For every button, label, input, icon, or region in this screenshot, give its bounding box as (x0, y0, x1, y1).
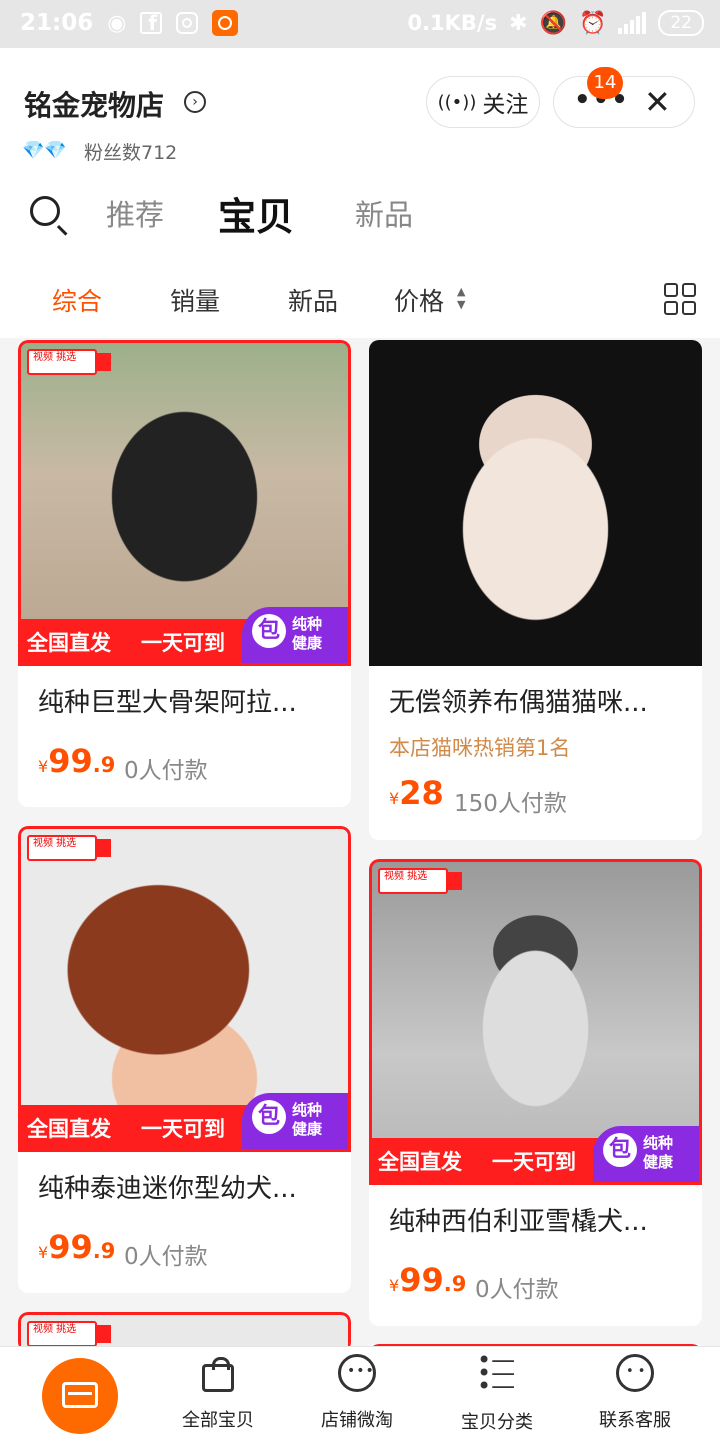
nav-shop-feed[interactable]: 店铺微淘 (297, 1354, 417, 1432)
product-title: 无偿领养布偶猫猫咪... (389, 688, 648, 718)
product-image: 视频 挑选 全国直发 一天可到 包 纯种 健康 (369, 859, 702, 1185)
purebred-badge: 包 纯种 健康 (242, 607, 348, 663)
miniapp-capsule: ••• ✕ (553, 76, 695, 128)
nav-customer-service[interactable]: 联系客服 (575, 1354, 695, 1432)
product-card[interactable]: 视频 挑选 全国直发 一天可到 包 纯种 健康 纯种西伯利亚雪橇犬... ¥99.… (369, 859, 702, 1326)
video-camera-icon (97, 353, 111, 371)
status-time: 21:06 (20, 10, 94, 36)
tab-new[interactable]: 新品 (355, 192, 413, 234)
chat-icon (616, 1354, 654, 1392)
broadcast-icon: ((•)) (437, 91, 477, 113)
network-speed: 0.1KB/s (407, 11, 498, 35)
grid-view-icon[interactable] (664, 283, 696, 315)
follow-label: 关注 (482, 92, 529, 118)
promo-banner: 全国直发 一天可到 包 纯种 健康 (21, 607, 348, 663)
status-bar: 21:06 ◉ 0.1KB/s ✱ 🔕 ⏰ 22 (0, 0, 720, 48)
chevron-right-icon[interactable]: › (184, 91, 206, 113)
paid-count: 0人付款 (124, 1244, 208, 1270)
promo-banner: 全国直发 一天可到 包 纯种 健康 (21, 1093, 348, 1149)
app-icon (212, 10, 239, 36)
sort-overall[interactable]: 综合 (52, 282, 102, 318)
mute-icon: 🔕 (539, 10, 567, 36)
notification-badge: 14 (587, 67, 623, 99)
instagram-icon (176, 12, 199, 34)
product-card[interactable]: 视频 挑选 全国直发 一天可到 包 纯种 健康 纯种巨型大骨架阿拉... ¥99.… (18, 340, 351, 807)
product-image: 视频 挑选 全国直发 一天可到 包 纯种 健康 (18, 340, 351, 666)
battery-icon: 22 (658, 10, 704, 36)
product-subtitle: 本店猫咪热销第1名 (389, 736, 571, 760)
product-image (369, 340, 702, 666)
product-price: ¥99.9 (38, 742, 116, 780)
product-title: 纯种西伯利亚雪橇犬... (389, 1207, 648, 1237)
bag-icon (202, 1357, 234, 1392)
nav-all-products[interactable]: 全部宝贝 (158, 1354, 278, 1432)
paid-count: 0人付款 (124, 758, 208, 784)
paid-count: 150人付款 (454, 791, 567, 817)
video-camera-icon (448, 872, 462, 890)
shop-level-gems: 💎💎 (22, 140, 67, 161)
alarm-icon: ⏰ (578, 10, 607, 36)
fans-count: 粉丝数712 (84, 142, 178, 164)
follow-button[interactable]: ((•)) 关注 (426, 76, 540, 128)
bluetooth-icon: ✱ (509, 10, 528, 36)
list-icon: •— •— •— (477, 1346, 516, 1400)
product-title: 纯种巨型大骨架阿拉... (38, 688, 297, 718)
shop-name[interactable]: 铭金宠物店 (24, 84, 164, 124)
product-card[interactable]: 无偿领养布偶猫猫咪... 本店猫咪热销第1名 ¥28 150人付款 (369, 340, 702, 840)
tab-products[interactable]: 宝贝 (218, 186, 294, 241)
sort-sales[interactable]: 销量 (170, 282, 220, 318)
sort-price[interactable]: 价格 (394, 282, 444, 318)
sort-new[interactable]: 新品 (288, 282, 338, 318)
search-icon[interactable] (30, 196, 60, 226)
shop-home-icon[interactable] (42, 1358, 118, 1434)
video-pick-tag: 视频 挑选 (27, 1321, 111, 1347)
video-camera-icon (97, 1325, 111, 1343)
video-pick-tag: 视频 挑选 (27, 835, 111, 861)
paid-count: 0人付款 (475, 1277, 559, 1303)
signal-icon (618, 12, 647, 34)
purebred-badge: 包 纯种 健康 (242, 1093, 348, 1149)
close-icon[interactable]: ✕ (644, 83, 671, 121)
video-camera-icon (97, 839, 111, 857)
purebred-badge: 包 纯种 健康 (593, 1126, 699, 1182)
sort-bar (0, 270, 720, 330)
product-price: ¥99.9 (38, 1228, 116, 1266)
promo-banner: 全国直发 一天可到 包 纯种 健康 (372, 1126, 699, 1182)
tab-recommend[interactable]: 推荐 (106, 192, 164, 234)
weibo-icon: ◉ (107, 10, 127, 36)
product-image: 视频 挑选 全国直发 一天可到 包 纯种 健康 (18, 826, 351, 1152)
nav-categories[interactable]: •— •— •— 宝贝分类 (437, 1346, 557, 1434)
facebook-icon (140, 11, 163, 35)
live-icon (338, 1354, 376, 1392)
sort-arrows-icon: ▲ ▼ (457, 285, 466, 311)
video-pick-tag: 视频 挑选 (27, 349, 111, 375)
product-price: ¥99.9 (389, 1261, 467, 1299)
product-price: ¥28 (389, 774, 444, 812)
video-pick-tag: 视频 挑选 (378, 868, 462, 894)
product-card[interactable]: 视频 挑选 全国直发 一天可到 包 纯种 健康 纯种泰迪迷你型幼犬... ¥99.… (18, 826, 351, 1293)
product-title: 纯种泰迪迷你型幼犬... (38, 1174, 297, 1204)
